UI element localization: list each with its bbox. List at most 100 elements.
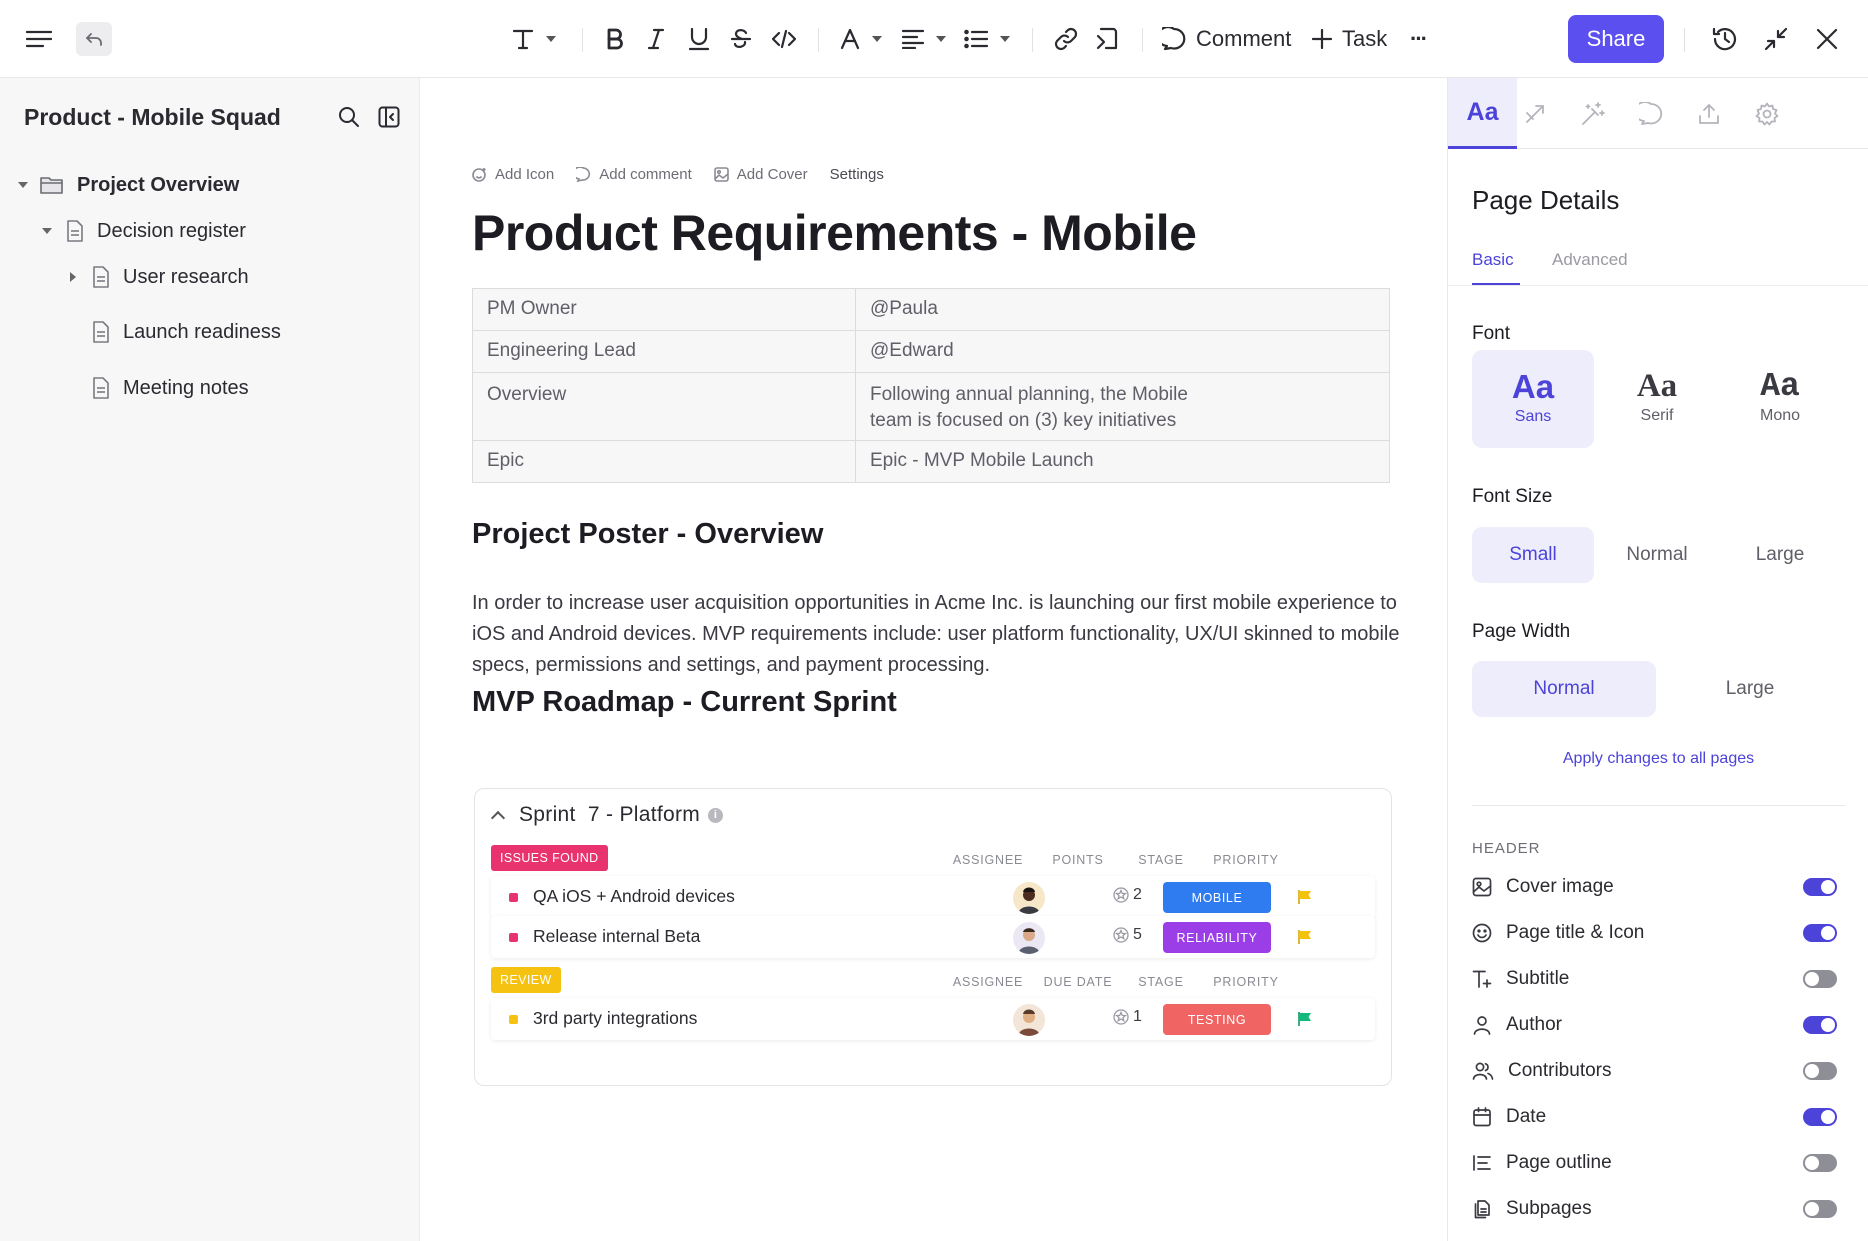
stage-badge[interactable]: TESTING <box>1163 1004 1271 1035</box>
task-row[interactable]: QA iOS + Android devices 2 MOBILE <box>491 876 1375 918</box>
code-button[interactable] <box>772 20 796 58</box>
priority-flag-icon[interactable] <box>1297 889 1313 905</box>
toggle-knob <box>1805 1156 1819 1170</box>
task-points: 2 <box>1113 886 1142 904</box>
font-size-normal[interactable]: Normal <box>1596 527 1718 583</box>
tree-item-user-research[interactable]: User research <box>70 259 249 295</box>
subtab-basic[interactable]: Basic <box>1472 250 1514 270</box>
font-size-small[interactable]: Small <box>1472 527 1594 583</box>
align-dropdown[interactable] <box>902 20 946 58</box>
property-value[interactable]: @Edward <box>855 330 1390 373</box>
calendar-icon <box>1473 1107 1491 1127</box>
avatar[interactable] <box>1013 1004 1045 1036</box>
add-task-button[interactable]: Task <box>1312 20 1387 58</box>
embed-button[interactable] <box>1096 20 1118 58</box>
sprint-header[interactable]: Sprint 7 - Platform i <box>490 803 724 827</box>
author-toggle[interactable] <box>1803 1016 1837 1034</box>
history-button[interactable] <box>1712 20 1738 58</box>
undo-button[interactable] <box>76 22 112 56</box>
avatar[interactable] <box>1013 882 1045 914</box>
more-options-button[interactable]: ··· <box>1410 20 1428 58</box>
font-option-serif[interactable]: Aa Serif <box>1596 350 1718 448</box>
stage-badge[interactable]: RELIABILITY <box>1163 922 1271 953</box>
tree-item-project-overview[interactable]: Project Overview <box>18 167 239 203</box>
date-toggle[interactable] <box>1803 1108 1837 1126</box>
plus-icon <box>1312 29 1332 49</box>
share-button[interactable]: Share <box>1568 15 1664 63</box>
font-size-large[interactable]: Large <box>1719 527 1841 583</box>
chevron-down-icon <box>42 228 52 234</box>
add-comment-button[interactable]: Add comment <box>576 166 692 183</box>
header-toggle-cover-image: Cover image <box>1472 872 1845 902</box>
font-preview: Aa <box>1636 368 1678 404</box>
link-icon <box>1054 27 1078 51</box>
sprint-points-icon <box>1113 927 1129 943</box>
subtitle-toggle[interactable] <box>1803 970 1837 988</box>
priority-flag-icon[interactable] <box>1297 1011 1313 1027</box>
page-title-toggle[interactable] <box>1803 924 1837 942</box>
task-row[interactable]: Release internal Beta 5 RELIABILITY <box>491 916 1375 958</box>
comment-icon <box>1638 101 1662 125</box>
menu-icon[interactable] <box>26 20 52 58</box>
points-value: 5 <box>1133 926 1142 943</box>
settings-link[interactable]: Settings <box>830 166 884 183</box>
font-option-sans[interactable]: Aa Sans <box>1472 350 1594 448</box>
add-icon-button[interactable]: Add Icon <box>472 166 554 183</box>
add-cover-label: Add Cover <box>736 166 808 183</box>
add-cover-button[interactable]: Add Cover <box>713 166 808 183</box>
document-icon <box>93 266 109 288</box>
page-width-large[interactable]: Large <box>1658 661 1842 717</box>
task-row[interactable]: 3rd party integrations 1 TESTING <box>491 998 1375 1040</box>
subtab-advanced[interactable]: Advanced <box>1552 250 1628 270</box>
close-button[interactable] <box>1816 20 1838 58</box>
property-value[interactable]: Epic - MVP Mobile Launch <box>855 440 1390 483</box>
contributors-toggle[interactable] <box>1803 1062 1837 1080</box>
comment-button[interactable]: Comment <box>1162 20 1291 58</box>
tree-item-label: Project Overview <box>77 173 240 196</box>
toggle-knob <box>1805 1064 1819 1078</box>
panel-tabs: Aa <box>1448 78 1868 149</box>
italic-button[interactable] <box>646 20 666 58</box>
points-value: 1 <box>1133 1008 1142 1025</box>
text-plus-icon <box>1472 970 1492 988</box>
text-color-dropdown[interactable] <box>840 20 882 58</box>
tree-item-launch-readiness[interactable]: Launch readiness <box>92 314 281 350</box>
page-outline-toggle[interactable] <box>1803 1154 1837 1172</box>
stage-badge[interactable]: MOBILE <box>1163 882 1271 913</box>
underline-button[interactable] <box>688 20 710 58</box>
header-item-label: Author <box>1506 1014 1562 1035</box>
property-value[interactable]: Following annual planning, the Mobile te… <box>855 372 1390 441</box>
text-style-dropdown[interactable] <box>512 20 556 58</box>
tab-settings[interactable] <box>1732 78 1801 149</box>
info-icon[interactable]: i <box>708 807 724 823</box>
subpages-toggle[interactable] <box>1803 1200 1837 1218</box>
link-button[interactable] <box>1054 20 1078 58</box>
magic-wand-icon <box>1581 101 1605 125</box>
property-value[interactable]: @Paula <box>855 288 1390 331</box>
cover-image-toggle[interactable] <box>1803 878 1837 896</box>
strikethrough-icon <box>730 29 752 48</box>
toolbar-divider <box>1142 28 1143 52</box>
priority-flag-icon[interactable] <box>1297 929 1313 945</box>
chevron-down-icon <box>872 36 882 42</box>
tree-item-meeting-notes[interactable]: Meeting notes <box>92 370 249 406</box>
avatar[interactable] <box>1013 922 1045 954</box>
bold-button[interactable] <box>604 20 626 58</box>
tree-item-decision-register[interactable]: Decision register <box>42 213 246 249</box>
list-dropdown[interactable] <box>964 20 1010 58</box>
collapse-button[interactable] <box>1764 20 1788 58</box>
sidebar-collapse-icon <box>378 106 400 128</box>
strikethrough-button[interactable] <box>730 20 752 58</box>
property-value-line: team is focused on (3) key initiatives <box>870 410 1177 431</box>
font-option-mono[interactable]: Aa Mono <box>1719 350 1841 448</box>
apply-all-pages-link[interactable]: Apply changes to all pages <box>1448 750 1868 768</box>
sidebar-search-button[interactable] <box>338 106 360 128</box>
header-item-label: Subtitle <box>1506 968 1570 989</box>
sprint-points-icon <box>1113 887 1129 903</box>
settings-label: Settings <box>829 166 884 183</box>
page-title[interactable]: Product Requirements - Mobile <box>472 204 1197 262</box>
collapse-sidebar-button[interactable] <box>378 106 400 128</box>
document-icon <box>67 220 83 242</box>
page-width-normal[interactable]: Normal <box>1472 661 1656 717</box>
header-item-label: Date <box>1506 1106 1547 1127</box>
